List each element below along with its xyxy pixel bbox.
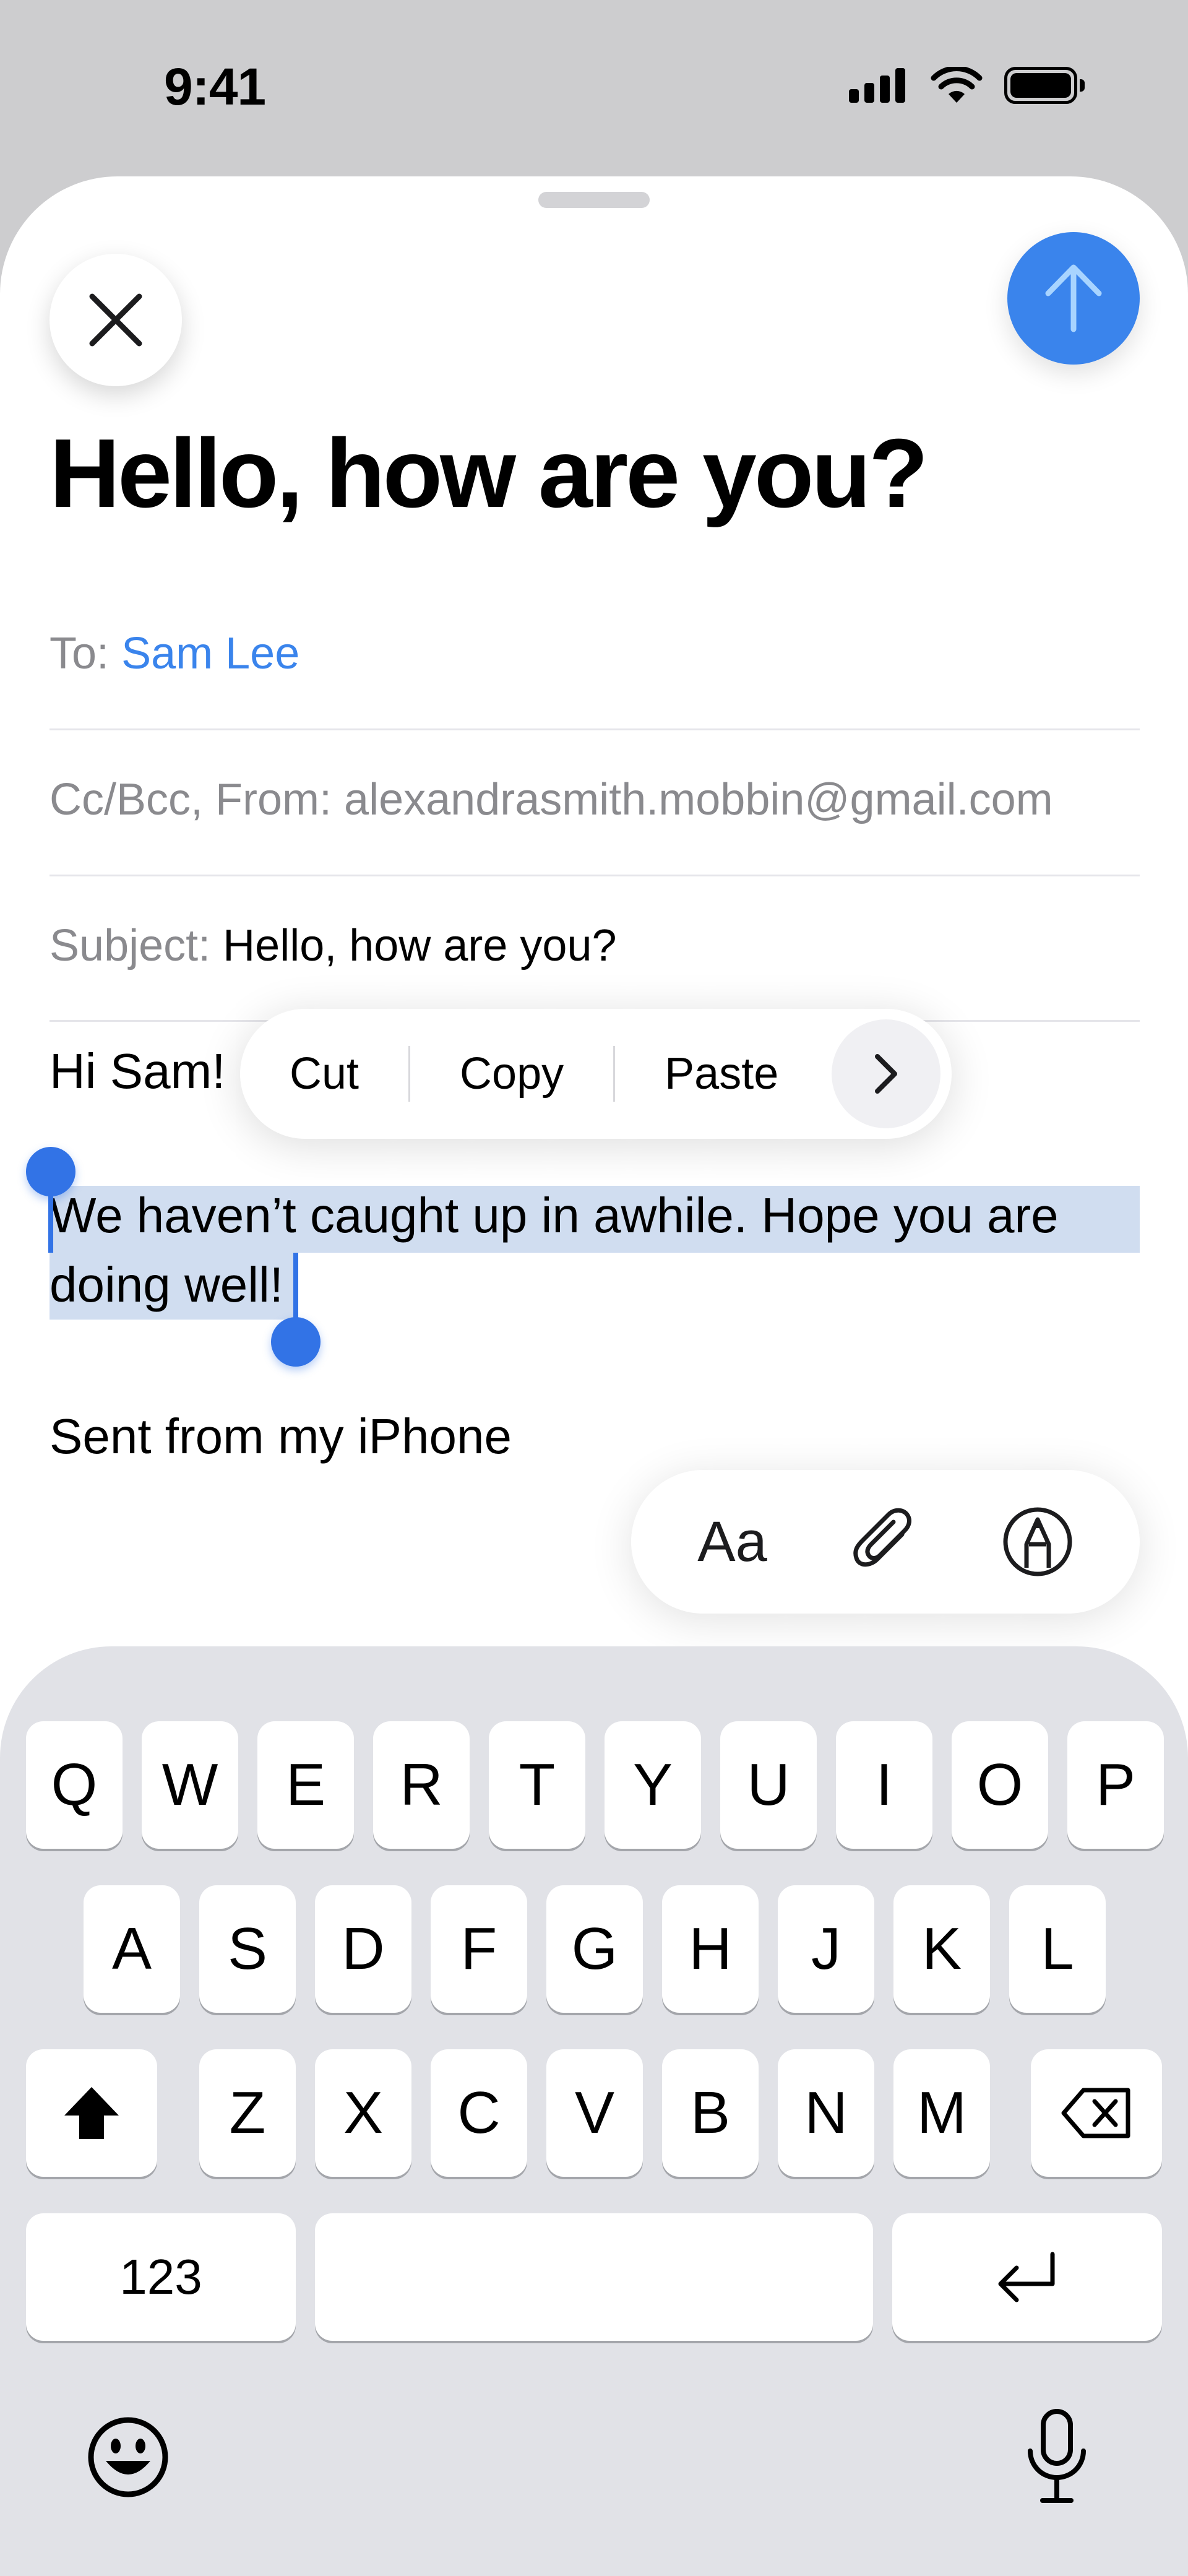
key-p[interactable]: P (1067, 1721, 1164, 1849)
key-q[interactable]: Q (26, 1721, 123, 1849)
cellular-signal-icon (849, 68, 905, 103)
key-o[interactable]: O (952, 1721, 1048, 1849)
shift-icon (64, 2087, 119, 2139)
key-w[interactable]: W (142, 1721, 238, 1849)
wifi-icon (931, 67, 983, 103)
status-time: 9:41 (164, 58, 266, 116)
battery-icon (1004, 67, 1085, 104)
status-icons (849, 67, 1085, 104)
delete-backward-icon (1061, 2088, 1130, 2138)
selection-start-handle[interactable] (26, 1147, 75, 1196)
key-z[interactable]: Z (199, 2049, 296, 2177)
space-key[interactable] (315, 2213, 873, 2341)
status-bar: 9:41 (0, 0, 1188, 176)
divider (50, 728, 1140, 730)
key-n[interactable]: N (778, 2049, 874, 2177)
key-s[interactable]: S (199, 1885, 296, 2013)
to-field[interactable]: To: Sam Lee (50, 628, 1140, 679)
message-title: Hello, how are you? (50, 419, 928, 528)
to-label: To: (50, 629, 110, 678)
key-v[interactable]: V (546, 2049, 643, 2177)
return-icon (998, 2252, 1055, 2302)
chevron-right-icon (875, 1054, 897, 1094)
greeting-text[interactable]: Hi Sam! (50, 1043, 226, 1100)
return-key[interactable] (892, 2213, 1162, 2341)
edit-menu: Cut Copy Paste (240, 1009, 952, 1139)
key-c[interactable]: C (431, 2049, 527, 2177)
cc-from-label: Cc/Bcc, From: (50, 775, 332, 824)
close-button[interactable] (50, 254, 182, 386)
key-i[interactable]: I (836, 1721, 932, 1849)
key-j[interactable]: J (778, 1885, 874, 2013)
sheet-grabber[interactable] (538, 192, 650, 208)
key-t[interactable]: T (489, 1721, 585, 1849)
copy-button[interactable]: Copy (410, 1009, 613, 1139)
numbers-key[interactable]: 123 (26, 2213, 296, 2341)
emoji-icon[interactable] (85, 2414, 171, 2500)
divider (50, 875, 1140, 876)
key-e[interactable]: E (257, 1721, 354, 1849)
format-toolbar: Aa (631, 1470, 1140, 1614)
cut-button[interactable]: Cut (240, 1009, 408, 1139)
microphone-icon[interactable] (1023, 2408, 1091, 2507)
text-format-button[interactable]: Aa (697, 1510, 767, 1575)
key-m[interactable]: M (893, 2049, 990, 2177)
subject-field[interactable]: Subject: Hello, how are you? (50, 920, 1140, 971)
key-u[interactable]: U (720, 1721, 817, 1849)
key-a[interactable]: A (84, 1885, 180, 2013)
cc-from-field[interactable]: Cc/Bcc, From: alexandrasmith.mobbin@gmai… (50, 774, 1140, 825)
close-icon (89, 293, 142, 347)
to-recipient[interactable]: Sam Lee (121, 629, 299, 678)
paste-button[interactable]: Paste (615, 1009, 828, 1139)
paperclip-icon[interactable] (850, 1505, 918, 1579)
more-actions-button[interactable] (832, 1019, 940, 1128)
key-l[interactable]: L (1009, 1885, 1106, 2013)
from-email: alexandrasmith.mobbin@gmail.com (344, 775, 1053, 824)
subject-value[interactable]: Hello, how are you? (223, 921, 616, 970)
selection-end-handle[interactable] (271, 1317, 321, 1367)
markup-pen-icon[interactable] (1002, 1506, 1074, 1578)
delete-key[interactable] (1031, 2049, 1162, 2177)
keyboard: Q W E R T Y U I O P A S D F G H J K L Z … (0, 1646, 1188, 2576)
key-r[interactable]: R (373, 1721, 470, 1849)
signature-text[interactable]: Sent from my iPhone (50, 1408, 512, 1465)
key-g[interactable]: G (546, 1885, 643, 2013)
key-x[interactable]: X (315, 2049, 411, 2177)
key-f[interactable]: F (431, 1885, 527, 2013)
arrow-up-icon (1045, 264, 1102, 332)
send-button[interactable] (1007, 232, 1140, 365)
key-h[interactable]: H (662, 1885, 759, 2013)
key-b[interactable]: B (662, 2049, 759, 2177)
body-text-line[interactable]: doing well! (50, 1256, 283, 1313)
key-d[interactable]: D (315, 1885, 411, 2013)
key-k[interactable]: K (893, 1885, 990, 2013)
subject-label: Subject: (50, 921, 211, 970)
key-y[interactable]: Y (605, 1721, 701, 1849)
selection-end-line (293, 1253, 298, 1320)
body-text-line[interactable]: We haven’t caught up in awhile. Hope you… (50, 1187, 1059, 1244)
shift-key[interactable] (26, 2049, 157, 2177)
